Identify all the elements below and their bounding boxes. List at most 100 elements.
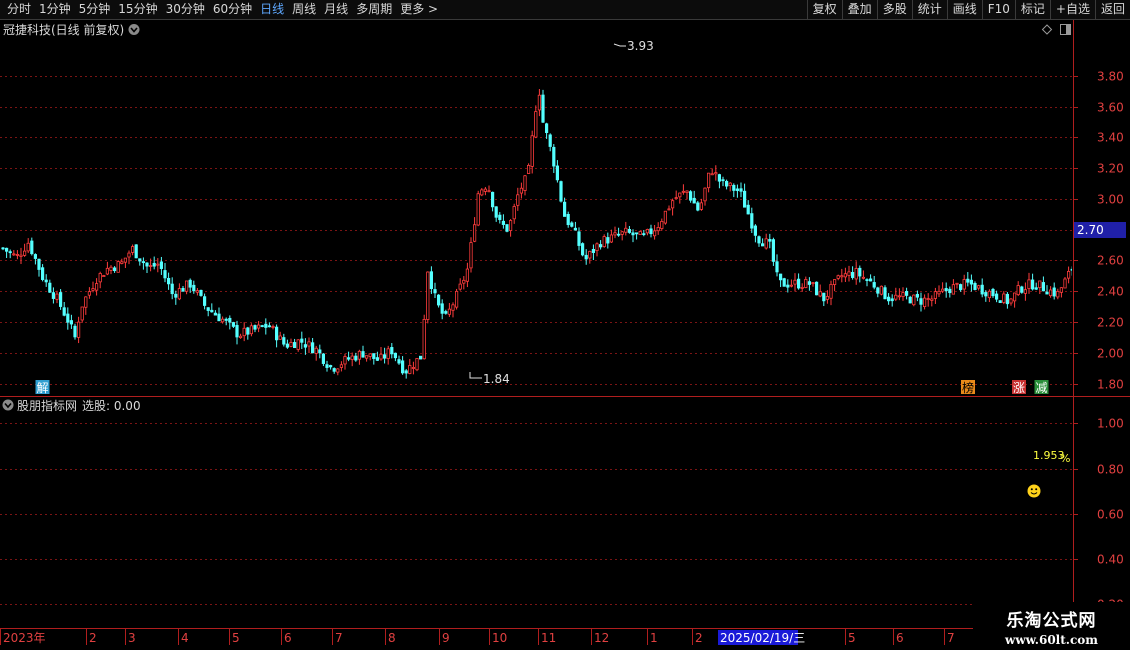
title-dropdown-icon[interactable] [128,24,140,35]
candle-body [678,192,682,198]
candle-body [451,304,455,311]
candle-body [249,325,253,335]
price-tick-label: 1.80 [1097,378,1124,392]
candle-body [458,283,462,290]
candle-body [642,233,646,236]
candle-body [757,236,761,244]
candle-body [833,279,837,285]
candle-body [195,290,199,293]
candle-body [487,190,491,193]
panel-toggle-icon[interactable] [1060,24,1071,35]
candle-body [113,267,117,272]
candle-body [328,365,333,368]
candle-body [177,288,181,300]
candle-body [1013,292,1017,302]
candle-body [296,339,300,350]
candle-body [779,273,783,281]
candle-body [66,313,70,323]
timeframe-tab[interactable]: 5分钟 [75,0,115,19]
price-tick-label: 3.80 [1097,70,1124,84]
candle-body [454,290,459,308]
candle-body [325,364,329,368]
candle-body [894,294,898,300]
candle-body [123,257,127,263]
tool-button[interactable]: 标记 [1014,0,1050,19]
candle-body [807,281,812,285]
candle-body [840,275,844,278]
candle-body [660,221,664,229]
timeframe-tab[interactable]: 更多 > [396,0,442,19]
tool-button[interactable]: 复权 [806,0,842,19]
indicator-tick-label: 0.80 [1097,463,1124,477]
candle-body [30,240,34,255]
tool-button[interactable]: +自选 [1049,0,1095,19]
candle-body [1038,280,1042,288]
price-tick-label: 2.60 [1097,254,1124,268]
candle-body [498,214,502,221]
stock-chart[interactable]: 解榜涨减跌财 3.803.603.403.203.002.802.602.402… [0,20,1130,650]
tool-button[interactable]: 多股 [876,0,912,19]
candle-body [1005,293,1010,305]
indicator-label: 选股: 0.00 [82,399,141,413]
candle-body [865,279,869,281]
candle-body [851,272,855,278]
timeframe-tab[interactable]: 60分钟 [209,0,256,19]
tool-button[interactable]: 返回 [1094,0,1130,19]
candle-body [235,324,239,338]
candle-body [379,353,383,360]
candle-body [264,323,268,328]
timeframe-tab[interactable]: 30分钟 [162,0,209,19]
candle-body [210,309,214,313]
time-tick-label: 10 [492,631,507,645]
candle-body [253,325,257,330]
timeframe-tab[interactable]: 周线 [288,0,320,19]
candle-body [811,282,815,285]
candle-body [926,298,930,300]
candle-body [534,111,538,138]
watermark-url: www.60lt.com [1005,632,1098,647]
candle-body [861,276,866,279]
timeframe-tab[interactable]: 多周期 [352,0,396,19]
tool-button[interactable]: 画线 [946,0,982,19]
event-marker-label: 涨 [1013,380,1025,395]
candle-body [415,358,419,371]
candle-body [84,296,88,308]
candle-body [1125,252,1127,253]
timeframe-tab[interactable]: 日线 [256,0,288,19]
candle-body [545,123,549,134]
candle-body [822,292,826,302]
candle-body [501,220,506,225]
candle-body [41,267,45,280]
candle-body [1041,282,1045,292]
timeframe-tab[interactable]: 分时 [3,0,35,19]
candle-body [771,239,776,262]
candle-body [386,348,390,359]
candle-body [346,357,351,360]
tool-button[interactable]: 叠加 [841,0,877,19]
candle-body [735,188,740,191]
candle-body [750,213,754,229]
candle-body [404,370,408,374]
candle-body [897,295,902,298]
tool-button[interactable]: F10 [981,0,1015,19]
candle-body [228,317,232,323]
timeframe-tab[interactable]: 1分钟 [35,0,75,19]
candle-body [696,202,700,211]
timeframe-tab[interactable]: 15分钟 [114,0,161,19]
candle-body [915,293,920,298]
timeframe-tab[interactable]: 月线 [320,0,352,19]
candle-body [998,300,1002,304]
candle-body [480,189,484,196]
indicator-dropdown-icon[interactable] [2,399,14,411]
candle-body [577,231,581,246]
candle-body [202,296,207,306]
candle-body [1067,270,1071,279]
time-tick-label: 6 [284,631,292,645]
time-tick-label: 6 [896,631,904,645]
candle-body [1027,279,1031,289]
candle-body [490,191,495,208]
tool-button[interactable]: 统计 [911,0,947,19]
candle-body [152,262,156,267]
diamond-icon[interactable] [1041,24,1053,35]
candle-body [786,284,790,288]
